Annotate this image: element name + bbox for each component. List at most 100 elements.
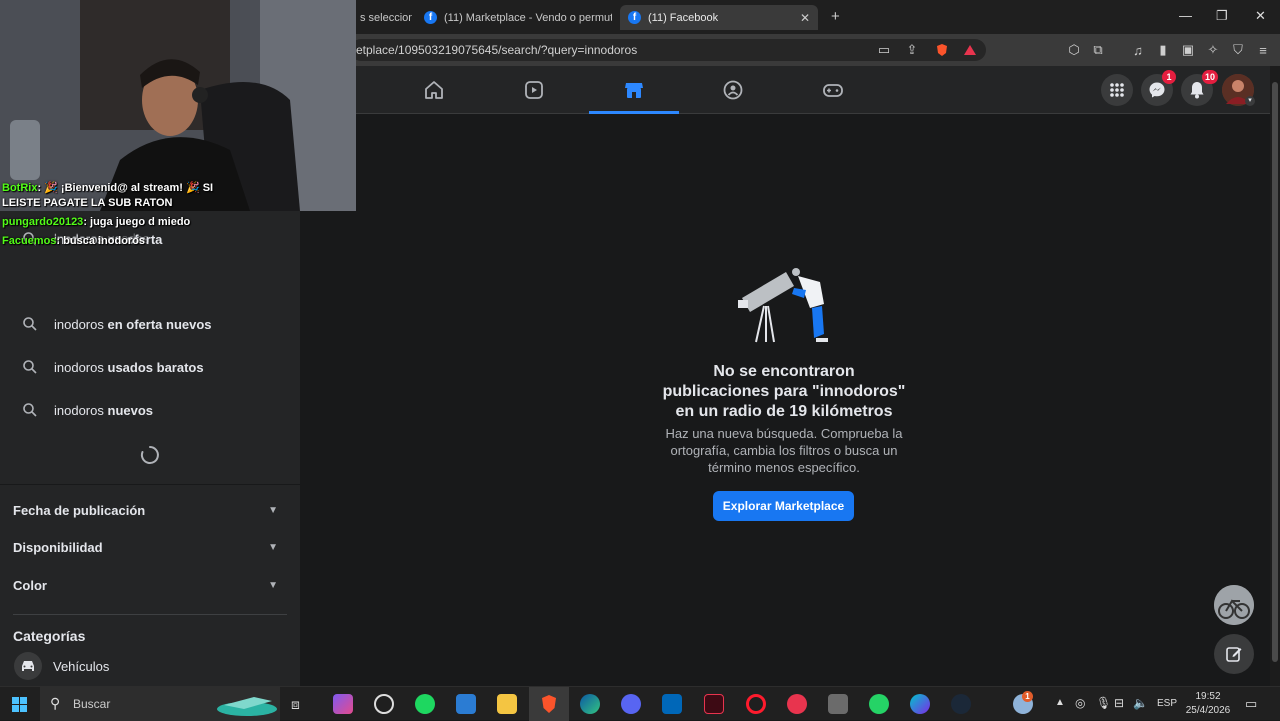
telescope-illustration-icon (738, 268, 828, 343)
windows-taskbar: ⚲ Buscar ⧈ 1 ▲ ◎ 🎙 ⊟ 🔈 ESP 19:52 25/4/20… (0, 686, 1280, 721)
new-message-button[interactable] (1214, 634, 1254, 674)
vpn-icon[interactable]: ⛉ (1230, 42, 1246, 58)
brave-rewards-icon[interactable] (962, 42, 978, 58)
tab-marketplace[interactable]: f (11) Marketplace - Vendo o permuto (416, 5, 612, 30)
search-icon: ⚲ (50, 695, 61, 711)
suggestion-text: inodoros usados baratos (54, 359, 204, 375)
empty-title-line: No se encontraron (713, 363, 855, 380)
spotify-icon[interactable] (415, 694, 435, 714)
facebook-favicon-icon: f (424, 11, 437, 24)
taskbar-search[interactable]: ⚲ Buscar (40, 687, 280, 721)
messenger-badge: 1 (1162, 70, 1176, 84)
clock[interactable]: 19:52 25/4/2026 (1182, 690, 1234, 718)
close-tab-icon[interactable]: ✕ (800, 11, 810, 25)
media-icon[interactable]: ♫ (1130, 42, 1146, 58)
sidebar-toggle-icon[interactable]: ▮ (1155, 42, 1171, 58)
category-vehiculos[interactable]: Vehículos (0, 652, 300, 682)
filter-label: Fecha de publicación (13, 503, 146, 518)
search-suggestion[interactable]: inodoros en oferta nuevos (0, 304, 300, 344)
wallet-icon[interactable]: ▣ (1180, 42, 1196, 58)
explore-marketplace-button[interactable]: Explorar Marketplace (713, 491, 854, 521)
vivaldi-icon[interactable] (787, 694, 807, 714)
filter-fecha-publicacion[interactable]: Fecha de publicación ▼ (13, 503, 278, 518)
search-highlight-icon (217, 697, 277, 716)
scrollbar-thumb[interactable] (1272, 82, 1278, 662)
share-icon[interactable]: ⇪ (904, 42, 920, 58)
windows-start-icon[interactable] (12, 697, 27, 712)
leo-ai-icon[interactable]: ✧ (1205, 42, 1221, 58)
chat-message: LEISTE PAGATE LA SUB RATON (2, 197, 173, 209)
filter-color[interactable]: Color ▼ (13, 578, 278, 593)
search-icon (23, 360, 37, 374)
taskbar-search-placeholder: Buscar (73, 697, 111, 711)
search-suggestion[interactable]: inodoros usados baratos (0, 347, 300, 387)
task-view-icon[interactable]: ⧈ (291, 696, 300, 713)
canva-icon[interactable] (910, 694, 930, 714)
video-icon[interactable] (523, 79, 545, 101)
contact-avatar[interactable] (1214, 585, 1254, 625)
chat-message: pungardo20123: juga juego d miedo (2, 216, 190, 228)
store-icon[interactable] (662, 694, 682, 714)
grid-icon (1110, 83, 1124, 97)
tray-chevron-icon[interactable]: ▲ (1055, 697, 1065, 708)
compose-icon (1226, 647, 1242, 662)
mail-icon[interactable] (456, 694, 476, 714)
extensions-icon[interactable]: ⬡ (1066, 42, 1082, 58)
chat-message: Facuemos: busca inodoros (2, 235, 145, 247)
opera-icon[interactable] (746, 694, 766, 714)
maximize-button[interactable]: ❐ (1216, 8, 1228, 24)
suggestion-text: inodoros en oferta nuevos (54, 316, 212, 332)
groups-icon[interactable] (722, 79, 744, 101)
search-icon (23, 403, 37, 417)
messenger-icon (1149, 82, 1165, 98)
home-icon[interactable] (423, 79, 445, 101)
window-close-button[interactable]: ✕ (1255, 8, 1266, 24)
account-chevron-icon[interactable]: ▾ (1245, 96, 1255, 106)
language-indicator[interactable]: ESP (1157, 698, 1177, 709)
tray-app-icon[interactable]: ◎ (1075, 696, 1085, 710)
new-tab-button[interactable]: + (831, 8, 840, 25)
empty-state-subtitle: Haz una nueva búsqueda. Comprueba la ort… (650, 425, 918, 476)
menu-icon[interactable]: ≡ (1255, 42, 1271, 58)
search-suggestion[interactable]: inodoros nuevos (0, 390, 300, 430)
car-icon (14, 652, 42, 680)
marketplace-icon[interactable] (623, 79, 645, 101)
suggestion-text: inodoros nuevos (54, 402, 154, 418)
edge-icon[interactable] (580, 694, 600, 714)
chat-text: : 🎉 ¡Bienvenid@ al stream! 🎉 SI (37, 182, 214, 194)
weather-badge: 1 (1022, 691, 1033, 702)
divider (0, 484, 300, 485)
tab-previous[interactable]: s seleccion (356, 5, 412, 30)
categories-heading: Categorías (13, 628, 86, 644)
menu-grid-button[interactable] (1101, 74, 1133, 106)
chat-text: : juga juego d miedo (83, 216, 191, 228)
copilot-icon[interactable] (333, 694, 353, 714)
streamer-camera-image (0, 0, 356, 211)
filter-label: Color (13, 578, 47, 593)
chat-user: pungardo20123 (2, 216, 84, 228)
obs-icon[interactable] (374, 694, 394, 714)
discord-icon[interactable] (621, 694, 641, 714)
filter-disponibilidad[interactable]: Disponibilidad ▼ (13, 540, 278, 555)
cast-icon[interactable]: ▭ (876, 42, 892, 58)
network-icon[interactable]: ⊟ (1114, 696, 1124, 710)
taskbar-active-app[interactable] (529, 687, 569, 721)
screenshot-icon[interactable]: ⧉ (1090, 42, 1106, 58)
notification-center-icon[interactable]: ▭ (1245, 696, 1257, 712)
empty-sub-line: término menos específico. (708, 460, 860, 475)
chevron-down-icon: ▼ (268, 542, 278, 553)
empty-title-line: publicaciones para "innodoros" (662, 383, 906, 400)
page-scrollbar[interactable] (1270, 66, 1280, 686)
minimize-button[interactable]: — (1179, 8, 1192, 23)
steam-icon[interactable] (951, 694, 971, 714)
microphone-icon[interactable]: 🎙 (1096, 696, 1111, 710)
calculator-icon[interactable] (828, 694, 848, 714)
valorant-icon[interactable] (704, 694, 724, 714)
brave-shield-icon[interactable] (934, 42, 950, 58)
whatsapp-icon[interactable] (869, 694, 889, 714)
gaming-icon[interactable] (822, 79, 844, 101)
tab-facebook-active[interactable]: f (11) Facebook ✕ (620, 5, 818, 30)
file-explorer-icon[interactable] (497, 694, 517, 714)
volume-icon[interactable]: 🔈 (1133, 696, 1148, 710)
notifications-badge: 10 (1202, 70, 1219, 84)
